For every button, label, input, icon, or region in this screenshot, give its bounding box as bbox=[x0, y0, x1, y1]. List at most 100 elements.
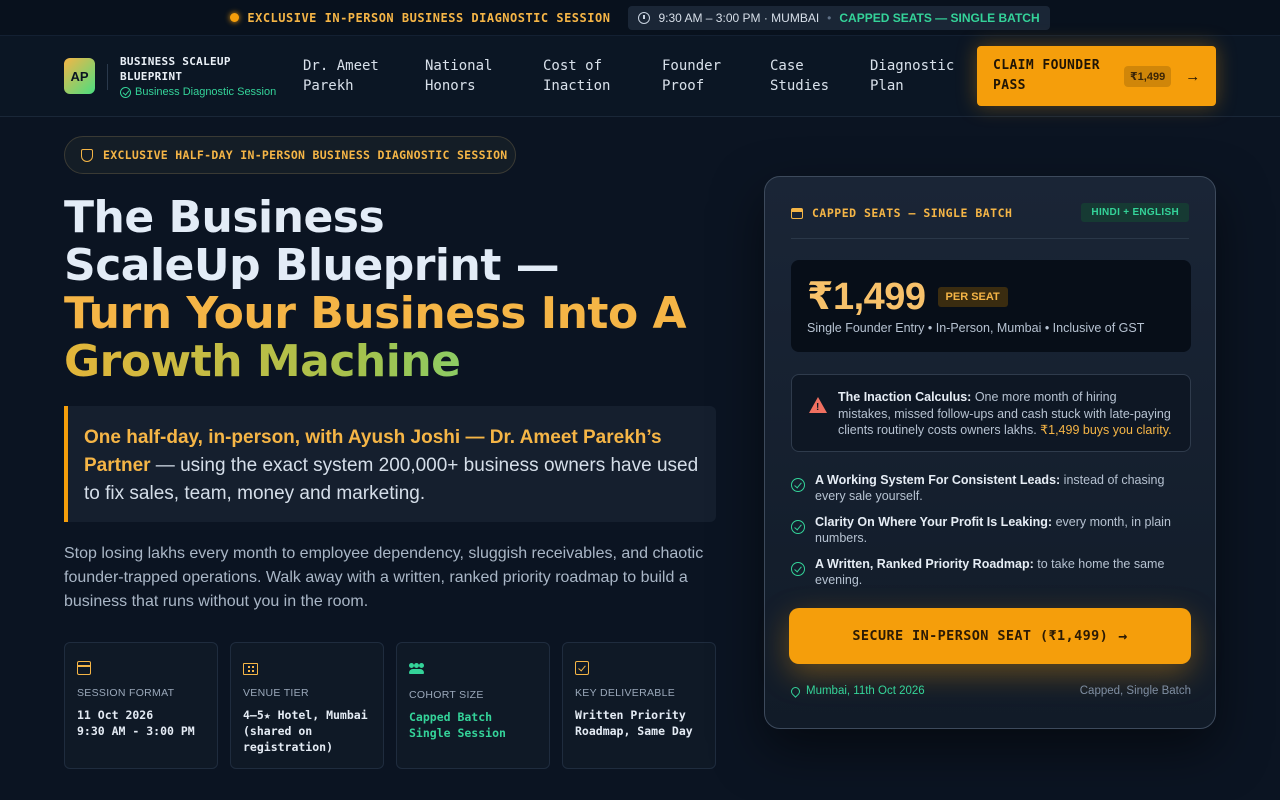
hero-title-line1: The Business bbox=[64, 192, 385, 243]
stat-value-line: Written Priority bbox=[575, 708, 686, 722]
stat-cohort-size: COHORT SIZE Capped Batch Single Session bbox=[396, 642, 550, 769]
list-item: A Written, Ranked Priority Roadmap: to t… bbox=[791, 556, 1191, 588]
people-icon bbox=[409, 661, 425, 677]
check-circle-icon bbox=[791, 478, 805, 492]
check-circle-icon bbox=[791, 562, 805, 576]
separator: • bbox=[827, 10, 832, 25]
nav-link-line: Honors bbox=[425, 78, 476, 94]
cta-label-line2: PASS bbox=[993, 78, 1026, 93]
brand[interactable]: BUSINESS SCALEUP BLUEPRINT Business Diag… bbox=[120, 54, 276, 98]
price-row: ₹1,499 PER SEAT bbox=[807, 274, 1175, 319]
brand-name-line2: BLUEPRINT bbox=[120, 70, 183, 83]
capacity-note: Capped, Single Batch bbox=[1079, 685, 1191, 697]
calendar-icon bbox=[77, 661, 91, 675]
stat-caption: VENUE TIER bbox=[243, 687, 309, 699]
stat-caption: KEY DELIVERABLE bbox=[575, 687, 676, 699]
brand-subtitle-text: Business Diagnostic Session bbox=[135, 86, 277, 98]
location-text: Mumbai, 11th Oct 2026 bbox=[806, 685, 925, 697]
announcement-promo: EXCLUSIVE IN-PERSON BUSINESS DIAGNOSTIC … bbox=[230, 11, 610, 25]
benefit-title: A Written, Ranked Priority Roadmap: bbox=[815, 557, 1034, 571]
stat-value-line: (shared on bbox=[243, 724, 313, 738]
nav-link-line: Case bbox=[770, 58, 804, 74]
stat-key-deliverable: KEY DELIVERABLE Written Priority Roadmap… bbox=[562, 642, 716, 769]
warning-title: The Inaction Calculus: bbox=[838, 390, 972, 404]
quote-rest: — using the exact system 200,000+ busine… bbox=[84, 455, 699, 504]
check-circle-icon bbox=[791, 520, 805, 534]
stat-value-line: Capped Batch bbox=[409, 710, 493, 724]
announcement-bar: EXCLUSIVE IN-PERSON BUSINESS DIAGNOSTIC … bbox=[0, 0, 1280, 36]
card-footer: Mumbai, 11th Oct 2026 Capped, Single Bat… bbox=[789, 684, 1191, 698]
hero-title-line3: Turn Your Business Into A bbox=[64, 288, 687, 339]
cta-price-badge: ₹1,499 bbox=[1124, 65, 1172, 87]
price-meta: Single Founder Entry • In-Person, Mumbai… bbox=[807, 321, 1145, 335]
seat-icon bbox=[791, 207, 803, 219]
inaction-warning: The Inaction Calculus: One more month of… bbox=[791, 374, 1191, 452]
session-pill-text: EXCLUSIVE HALF-DAY IN-PERSON BUSINESS DI… bbox=[103, 148, 508, 162]
checklist-icon bbox=[575, 661, 589, 675]
list-item: Clarity On Where Your Profit Is Leaking:… bbox=[791, 514, 1191, 546]
session-pill: EXCLUSIVE HALF-DAY IN-PERSON BUSINESS DI… bbox=[64, 136, 516, 174]
benefit-title: A Working System For Consistent Leads: bbox=[815, 473, 1061, 487]
card-title-text: CAPPED SEATS — SINGLE BATCH bbox=[812, 206, 1013, 220]
claim-founder-pass-button[interactable]: CLAIM FOUNDER PASS ₹1,499 → bbox=[977, 46, 1216, 106]
list-item: A Working System For Consistent Leads: i… bbox=[791, 472, 1191, 504]
nav-link-line: Diagnostic bbox=[870, 58, 955, 74]
nav-link-line: National bbox=[425, 58, 493, 74]
nav-link-line: Proof bbox=[662, 78, 705, 94]
nav-link-line: Cost of bbox=[543, 58, 603, 74]
announcement-text: EXCLUSIVE IN-PERSON BUSINESS DIAGNOSTIC … bbox=[247, 10, 611, 25]
stat-value: 11 Oct 2026 9:30 AM - 3:00 PM bbox=[77, 707, 205, 739]
main-nav: AP BUSINESS SCALEUP BLUEPRINT Business D… bbox=[0, 36, 1280, 117]
nav-link-line: Founder bbox=[662, 58, 722, 74]
stat-value: 4–5★ Hotel, Mumbai (shared on registrati… bbox=[243, 707, 371, 755]
logo[interactable]: AP bbox=[64, 58, 95, 94]
cta-label-line1: CLAIM FOUNDER bbox=[993, 58, 1100, 73]
language-badge: HINDI + ENGLISH bbox=[1081, 203, 1189, 222]
secure-seat-button[interactable]: SECURE IN-PERSON SEAT (₹1,499) → bbox=[789, 608, 1191, 664]
stat-caption: SESSION FORMAT bbox=[77, 687, 175, 699]
brand-subtitle: Business Diagnostic Session bbox=[120, 86, 276, 98]
check-circle-icon bbox=[120, 86, 131, 98]
per-seat-badge: PER SEAT bbox=[937, 286, 1008, 307]
nav-link-line: Plan bbox=[870, 78, 904, 94]
map-pin-icon bbox=[789, 684, 802, 698]
card-title: CAPPED SEATS — SINGLE BATCH bbox=[791, 206, 1012, 220]
shield-icon bbox=[81, 148, 93, 162]
nav-link-cost-of-inaction[interactable]: Cost of Inaction bbox=[543, 56, 610, 96]
hero-title-line4: Growth Machine bbox=[64, 338, 724, 386]
stat-value-line: registration) bbox=[243, 740, 334, 754]
price-amount: ₹1,499 bbox=[807, 276, 926, 318]
stat-value: Written Priority Roadmap, Same Day bbox=[575, 707, 703, 739]
nav-link-dr-ameet-parekh[interactable]: Dr. Ameet Parekh bbox=[303, 56, 379, 96]
stat-value-line: 11 Oct 2026 bbox=[77, 708, 154, 722]
warning-highlight: ₹1,499 buys you clarity. bbox=[1040, 423, 1172, 437]
arrow-right-icon: → bbox=[1118, 627, 1128, 645]
hero-quote: One half-day, in-person, with Ayush Josh… bbox=[64, 406, 716, 522]
nav-link-line: Parekh bbox=[303, 78, 354, 94]
price-box: ₹1,499 PER SEAT Single Founder Entry • I… bbox=[791, 260, 1191, 352]
stat-value-line: 4–5★ Hotel, Mumbai bbox=[243, 708, 368, 722]
hero-title-line2: ScaleUp Blueprint — bbox=[64, 240, 560, 291]
session-info-chip: 9:30 AM – 3:00 PM · MUMBAI • CAPPED SEAT… bbox=[628, 5, 1050, 30]
nav-link-case-studies[interactable]: Case Studies bbox=[770, 56, 829, 96]
warning-icon bbox=[809, 397, 827, 417]
location-info: Mumbai, 11th Oct 2026 bbox=[789, 684, 925, 698]
pricing-card: CAPPED SEATS — SINGLE BATCH HINDI + ENGL… bbox=[764, 176, 1216, 729]
building-icon bbox=[243, 663, 258, 675]
live-dot-icon bbox=[230, 13, 240, 22]
divider bbox=[107, 64, 108, 90]
seats-status: CAPPED SEATS — SINGLE BATCH bbox=[839, 10, 1040, 25]
nav-link-national-honors[interactable]: National Honors bbox=[425, 56, 492, 96]
stat-session-format: SESSION FORMAT 11 Oct 2026 9:30 AM - 3:0… bbox=[64, 642, 218, 769]
cta-label: CLAIM FOUNDER PASS bbox=[993, 56, 1103, 96]
card-header: CAPPED SEATS — SINGLE BATCH HINDI + ENGL… bbox=[791, 203, 1189, 239]
stat-caption: COHORT SIZE bbox=[409, 689, 484, 701]
clock-icon bbox=[638, 11, 651, 24]
stat-value-line: 9:30 AM - 3:00 PM bbox=[77, 724, 195, 738]
nav-link-line: Inaction bbox=[543, 78, 611, 94]
stat-value-line: Single Session bbox=[409, 726, 506, 740]
nav-link-founder-proof[interactable]: Founder Proof bbox=[662, 56, 721, 96]
nav-link-diagnostic-plan[interactable]: Diagnostic Plan bbox=[870, 56, 954, 96]
secure-seat-label: SECURE IN-PERSON SEAT (₹1,499) bbox=[852, 628, 1109, 644]
stat-venue-tier: VENUE TIER 4–5★ Hotel, Mumbai (shared on… bbox=[230, 642, 384, 769]
